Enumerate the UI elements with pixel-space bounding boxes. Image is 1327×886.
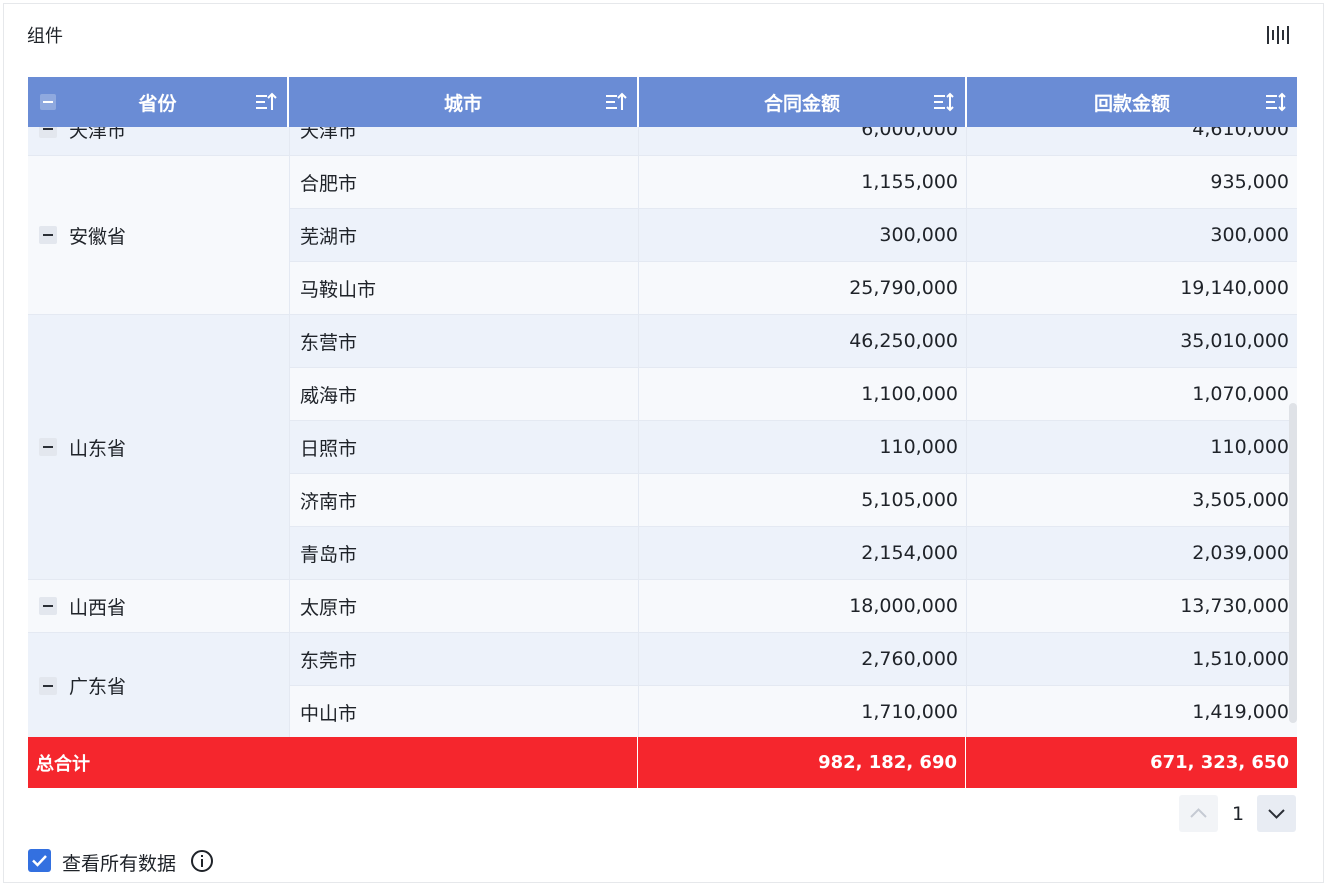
city-cell: 合肥市 xyxy=(289,156,638,208)
table-header: 省份 城市 合同金额 回款金额 xyxy=(28,77,1297,127)
table-row: 中山市 1,710,000 1,419,000 xyxy=(289,686,1297,737)
component-title: 组件 xyxy=(27,26,63,47)
column-settings-icon[interactable] xyxy=(1266,24,1290,46)
table-row: 东莞市 2,760,000 1,510,000 xyxy=(289,633,1297,686)
page-next-button[interactable] xyxy=(1257,795,1296,832)
sort-ascending-icon[interactable] xyxy=(605,91,627,113)
header-label: 回款金额 xyxy=(1093,92,1170,115)
sort-both-icon[interactable] xyxy=(1265,91,1287,113)
table-row: 济南市 5,105,000 3,505,000 xyxy=(289,474,1297,527)
province-cell: 安徽省 xyxy=(28,156,289,315)
contract-cell: 25,790,000 xyxy=(638,262,966,314)
collapse-icon[interactable] xyxy=(39,676,57,695)
check-icon xyxy=(32,855,47,867)
province-name: 山西省 xyxy=(69,596,127,619)
contract-cell: 2,760,000 xyxy=(638,633,966,685)
collapse-icon[interactable] xyxy=(39,127,57,138)
city-cell: 济南市 xyxy=(289,474,638,526)
payment-cell: 300,000 xyxy=(966,209,1297,261)
table-row: 天津市 6,000,000 4,610,000 xyxy=(289,127,1297,156)
table-row: 威海市 1,100,000 1,070,000 xyxy=(289,368,1297,421)
contract-cell: 2,154,000 xyxy=(638,527,966,579)
province-column: 天津市安徽省山东省山西省广东省 xyxy=(28,127,289,737)
payment-cell: 1,510,000 xyxy=(966,633,1297,685)
payment-cell: 19,140,000 xyxy=(966,262,1297,314)
header-city[interactable]: 城市 xyxy=(289,77,639,127)
province-name: 天津市 xyxy=(69,127,127,142)
contract-cell: 300,000 xyxy=(638,209,966,261)
province-cell: 广东省 xyxy=(28,633,289,737)
table-row: 合肥市 1,155,000 935,000 xyxy=(289,156,1297,209)
payment-cell: 1,070,000 xyxy=(966,368,1297,420)
city-cell: 芜湖市 xyxy=(289,209,638,261)
payment-cell: 3,505,000 xyxy=(966,474,1297,526)
table-row: 青岛市 2,154,000 2,039,000 xyxy=(289,527,1297,580)
province-cell: 山西省 xyxy=(28,580,289,633)
city-cell: 太原市 xyxy=(289,580,638,632)
collapse-all-icon[interactable] xyxy=(40,94,56,110)
payment-cell: 4,610,000 xyxy=(966,127,1297,155)
collapse-icon[interactable] xyxy=(39,438,57,456)
header-contract-amount[interactable]: 合同金额 xyxy=(639,77,967,127)
city-cell: 马鞍山市 xyxy=(289,262,638,314)
contract-cell: 5,105,000 xyxy=(638,474,966,526)
chevron-down-icon xyxy=(1268,809,1285,819)
city-cell: 东营市 xyxy=(289,315,638,367)
table-row: 东营市 46,250,000 35,010,000 xyxy=(289,315,1297,368)
contract-cell: 6,000,000 xyxy=(638,127,966,155)
info-icon[interactable] xyxy=(190,849,214,873)
province-name: 安徽省 xyxy=(69,225,127,248)
sort-ascending-icon[interactable] xyxy=(255,91,277,113)
grand-total-row: 总合计 982, 182, 690 671, 323, 650 xyxy=(28,737,1297,788)
contract-cell: 46,250,000 xyxy=(638,315,966,367)
chevron-up-icon xyxy=(1190,808,1207,818)
header-province[interactable]: 省份 xyxy=(28,77,289,127)
contract-cell: 1,100,000 xyxy=(638,368,966,420)
header-payment-amount[interactable]: 回款金额 xyxy=(967,77,1297,127)
contract-cell: 1,710,000 xyxy=(638,686,966,737)
city-cell: 中山市 xyxy=(289,686,638,737)
collapse-icon[interactable] xyxy=(39,226,57,244)
payment-cell: 35,010,000 xyxy=(966,315,1297,367)
payment-cell: 935,000 xyxy=(966,156,1297,208)
contract-cell: 110,000 xyxy=(638,421,966,473)
table-row: 芜湖市 300,000 300,000 xyxy=(289,209,1297,262)
contract-cell: 18,000,000 xyxy=(638,580,966,632)
province-cell: 天津市 xyxy=(28,127,289,156)
current-page: 1 xyxy=(1231,802,1245,825)
header-label: 省份 xyxy=(138,92,177,115)
sort-both-icon[interactable] xyxy=(933,91,955,113)
province-name: 广东省 xyxy=(69,676,127,698)
city-cell: 东莞市 xyxy=(289,633,638,685)
pivot-table: 省份 城市 合同金额 回款金额 天津市 安徽省 山东省 山西省 广东省 天津市 … xyxy=(28,77,1297,788)
header-label: 合同金额 xyxy=(763,92,840,115)
province-cell: 山东省 xyxy=(28,315,289,580)
table-body: 天津市 安徽省 山东省 山西省 广东省 天津市 6,000,000 4,610,000 合肥市… xyxy=(28,127,1297,737)
city-cell: 天津市 xyxy=(289,127,638,155)
province-name: 山东省 xyxy=(69,437,127,460)
data-columns: 天津市 6,000,000 4,610,000 合肥市 1,155,000 935,000… xyxy=(289,127,1297,737)
header-label: 城市 xyxy=(443,92,482,115)
grand-total-contract: 982, 182, 690 xyxy=(638,737,966,788)
collapse-icon[interactable] xyxy=(39,597,57,615)
view-all-data-label[interactable]: 查看所有数据 xyxy=(62,849,176,876)
grand-total-label: 总合计 xyxy=(28,737,638,788)
payment-cell: 110,000 xyxy=(966,421,1297,473)
table-row: 日照市 110,000 110,000 xyxy=(289,421,1297,474)
vertical-scrollbar[interactable] xyxy=(1289,403,1297,723)
city-cell: 青岛市 xyxy=(289,527,638,579)
view-all-data-checkbox[interactable] xyxy=(28,849,51,872)
city-cell: 日照市 xyxy=(289,421,638,473)
payment-cell: 2,039,000 xyxy=(966,527,1297,579)
city-cell: 威海市 xyxy=(289,368,638,420)
table-row: 太原市 18,000,000 13,730,000 xyxy=(289,580,1297,633)
contract-cell: 1,155,000 xyxy=(638,156,966,208)
table-row: 马鞍山市 25,790,000 19,140,000 xyxy=(289,262,1297,315)
payment-cell: 13,730,000 xyxy=(966,580,1297,632)
grand-total-payment: 671, 323, 650 xyxy=(1150,752,1289,773)
page-prev-button[interactable] xyxy=(1179,795,1218,832)
payment-cell: 1,419,000 xyxy=(966,686,1297,737)
